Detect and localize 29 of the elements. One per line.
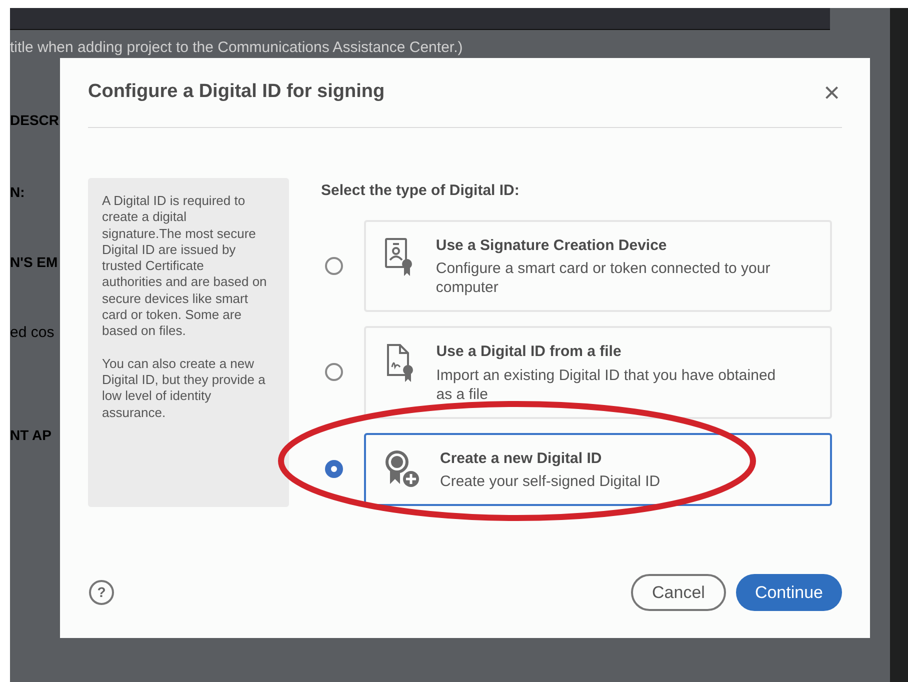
continue-button[interactable]: Continue	[736, 574, 842, 611]
option-title: Use a Digital ID from a file	[436, 342, 622, 362]
page-text: N'S EM	[10, 255, 58, 269]
page-text: NT AP	[10, 428, 52, 442]
help-button[interactable]: ?	[89, 580, 114, 605]
cancel-button[interactable]: Cancel	[631, 574, 726, 611]
id-card-ribbon-icon	[384, 236, 414, 276]
option-card[interactable]: Use a Digital ID from a file Import an existing Digital ID that you have obtained as a file	[364, 326, 832, 418]
option-description: Import an existing Digital ID that you have obtained as a file	[436, 366, 777, 404]
badge-plus-icon	[384, 450, 420, 490]
option-description: Create your self-signed Digital ID	[440, 472, 662, 491]
option-title: Use a Signature Creation Device	[436, 236, 668, 256]
page-text: DESCR	[10, 113, 60, 127]
info-text: You can also create a new Digital ID, but they provide a low level of identity assurance.	[102, 356, 266, 421]
page-text: title when adding project to the Communications Assistance Center.)	[10, 40, 463, 55]
section-heading: Select the type of Digital ID:	[321, 181, 520, 201]
document-ribbon-icon	[384, 343, 414, 383]
option-card[interactable]: Create a new Digital ID Create your self-signed Digital ID	[364, 432, 832, 506]
option-title: Create a new Digital ID	[440, 448, 603, 468]
radio-button[interactable]	[325, 460, 343, 478]
page-text: ed cos	[10, 325, 54, 340]
option-description: Configure a smart card or token connected to your computer	[436, 259, 772, 297]
page-text: N:	[10, 185, 25, 199]
radio-button[interactable]	[325, 256, 343, 275]
radio-button[interactable]	[325, 363, 343, 382]
close-button[interactable]: ×	[824, 78, 840, 106]
info-text: A Digital ID is required to create a digital signature.The most secure Digital ID are issued by trusted Certificate authorities and are based on secure devices like smart card or token. Some are based on files.	[102, 193, 267, 340]
dialog-title: Configure a Digital ID for signing	[88, 80, 385, 104]
option-card[interactable]: Use a Signature Creation Device Configure a smart card or token connected to your computer	[364, 220, 832, 312]
